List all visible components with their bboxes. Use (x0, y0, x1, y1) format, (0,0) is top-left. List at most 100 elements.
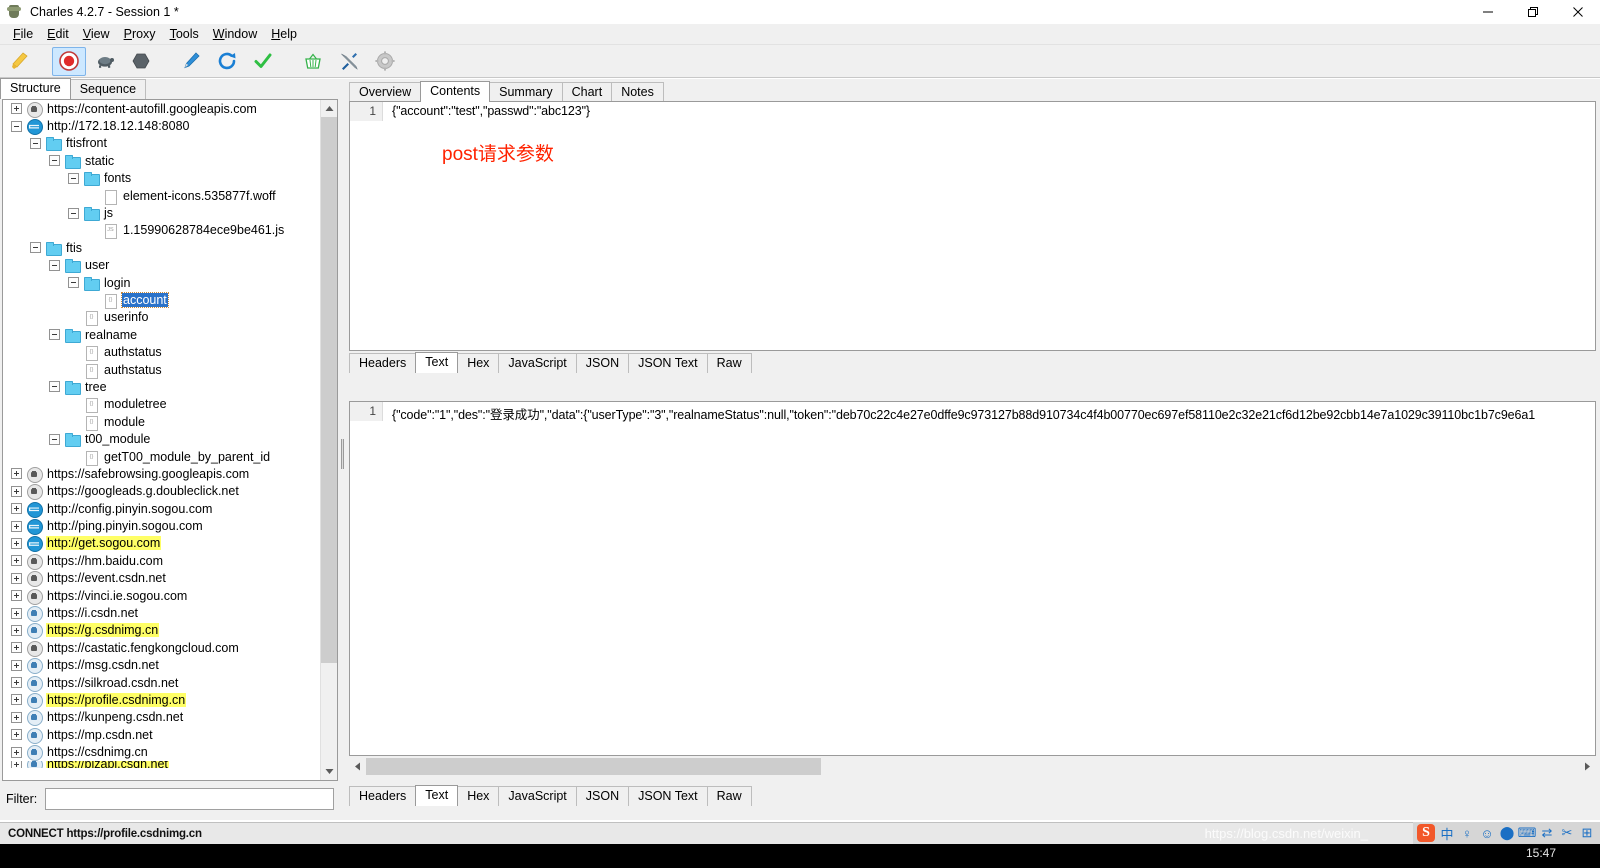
expand-icon[interactable] (11, 642, 22, 654)
session-tree[interactable]: https://content-autofill.googleapis.com h… (3, 100, 319, 780)
tree-row[interactable]: {} getT00_module_by_parent_id (3, 448, 319, 466)
menu-item-help[interactable]: Help (264, 25, 304, 43)
tree-row[interactable]: {} moduletree (3, 396, 319, 414)
tree-row[interactable]: ftis (3, 239, 319, 256)
expand-icon[interactable] (11, 607, 22, 619)
tree-row[interactable]: JS 1.15990628784ece9be461.js (3, 222, 319, 240)
scroll-down-button[interactable] (321, 763, 337, 780)
tree-row[interactable]: element-icons.535877f.woff (3, 187, 319, 205)
request-tab-json[interactable]: JSON (575, 353, 630, 373)
tree-row[interactable]: http://config.pinyin.sogou.com (3, 500, 319, 518)
expand-icon[interactable] (11, 729, 22, 741)
collapse-icon[interactable] (68, 207, 79, 219)
response-tab-headers[interactable]: Headers (349, 786, 417, 806)
toolbox-icon[interactable]: ✂ (1557, 823, 1577, 843)
tree-row[interactable]: ftisfront (3, 135, 319, 152)
request-tab-hex[interactable]: Hex (457, 353, 500, 373)
request-content-area[interactable]: 1 {"account":"test","passwd":"abc123"} p… (349, 101, 1596, 351)
tree-row[interactable]: https://safebrowsing.googleapis.com (3, 465, 319, 483)
tree-row[interactable]: https://csdnimg.cn (3, 743, 319, 762)
voice-input-icon[interactable]: ⬤ (1497, 823, 1517, 843)
scroll-left-button[interactable] (349, 758, 366, 775)
translate-icon[interactable]: ⇄ (1537, 823, 1557, 843)
gear-button[interactable] (368, 47, 402, 76)
tree-row[interactable]: https://msg.csdn.net (3, 657, 319, 675)
tree-row[interactable]: {} authstatus (3, 343, 319, 362)
repeat-button[interactable] (210, 47, 244, 76)
response-content-area[interactable]: 1 {"code":"1","des":"登录成功","data":{"user… (349, 401, 1596, 756)
basket-icon-button[interactable] (296, 47, 330, 76)
response-tab-json[interactable]: JSON (575, 786, 630, 806)
tree-row[interactable]: http://ping.pinyin.sogou.com (3, 517, 319, 536)
expand-icon[interactable] (11, 555, 22, 567)
response-tab-raw[interactable]: Raw (706, 786, 752, 806)
tree-row[interactable]: http://172.18.12.148:8080 (3, 117, 319, 136)
tree-row[interactable]: fonts (3, 170, 319, 187)
expand-icon[interactable] (11, 590, 22, 602)
hscroll-thumb[interactable] (366, 758, 821, 775)
tree-row[interactable]: https://g.csdnimg.cn (3, 622, 319, 640)
request-tab-json-text[interactable]: JSON Text (628, 353, 708, 373)
expand-icon[interactable] (11, 537, 22, 549)
session-tree-container[interactable]: https://content-autofill.googleapis.com h… (2, 99, 338, 781)
sogou-ime-toolbar[interactable]: S 中 ♀ ☺ ⬤ ⌨ ⇄ ✂ ⊞ (1413, 822, 1600, 844)
collapse-icon[interactable] (49, 329, 60, 341)
expand-icon[interactable] (11, 659, 22, 671)
request-tab-raw[interactable]: Raw (706, 353, 752, 373)
tab-sequence[interactable]: Sequence (69, 79, 147, 99)
collapse-icon[interactable] (11, 120, 22, 132)
scroll-up-button[interactable] (321, 100, 337, 117)
request-tab-headers[interactable]: Headers (349, 353, 417, 373)
apps-icon[interactable]: ⊞ (1577, 823, 1597, 843)
menu-item-edit[interactable]: Edit (40, 25, 76, 43)
expand-icon[interactable] (11, 711, 22, 723)
tree-row[interactable]: static (3, 152, 319, 169)
validate-button[interactable] (246, 47, 280, 76)
tree-row[interactable]: https://kunpeng.csdn.net (3, 709, 319, 727)
menu-item-window[interactable]: Window (206, 25, 264, 43)
emoji-icon[interactable]: ☺ (1477, 823, 1497, 843)
soft-keyboard-icon[interactable]: ⌨ (1517, 823, 1537, 843)
hscroll-track[interactable] (366, 758, 1579, 775)
tree-vertical-scrollbar[interactable] (320, 100, 337, 780)
response-horizontal-scrollbar[interactable] (349, 758, 1596, 775)
expand-icon[interactable] (11, 520, 22, 532)
expand-icon[interactable] (11, 624, 22, 636)
scroll-right-button[interactable] (1579, 758, 1596, 775)
collapse-icon[interactable] (49, 381, 60, 393)
tree-row[interactable]: {} account (3, 291, 319, 309)
request-tab-text[interactable]: Text (415, 352, 459, 373)
tree-row[interactable]: t00_module (3, 430, 319, 448)
tree-row[interactable]: login (3, 274, 319, 291)
language-mode-icon[interactable]: 中 (1437, 823, 1457, 843)
expand-icon[interactable] (11, 468, 22, 480)
collapse-icon[interactable] (30, 242, 41, 254)
tree-row[interactable]: realname (3, 326, 319, 343)
collapse-icon[interactable] (30, 137, 41, 149)
tab-notes[interactable]: Notes (611, 82, 664, 102)
tree-row[interactable]: https://content-autofill.googleapis.com (3, 100, 319, 118)
collapse-icon[interactable] (49, 259, 60, 271)
tab-summary[interactable]: Summary (489, 82, 563, 102)
menu-item-view[interactable]: View (76, 25, 117, 43)
tree-row[interactable]: {} authstatus (3, 361, 319, 379)
tree-row[interactable]: https://googleads.g.doubleclick.net (3, 483, 319, 501)
tree-row[interactable]: https://vinci.ie.sogou.com (3, 587, 319, 605)
request-tab-javascript[interactable]: JavaScript (498, 353, 577, 373)
tree-row[interactable]: https://i.csdn.net (3, 604, 319, 623)
expand-icon[interactable] (11, 485, 22, 497)
tree-row[interactable]: user (3, 257, 319, 274)
splitter-grip[interactable] (341, 439, 344, 469)
expand-icon[interactable] (11, 746, 22, 758)
tree-row[interactable]: https://castatic.fengkongcloud.com (3, 639, 319, 657)
tree-row[interactable]: https://bizapi.csdn.net (3, 760, 319, 768)
response-tab-text[interactable]: Text (415, 785, 459, 806)
expand-icon[interactable] (11, 103, 22, 115)
collapse-icon[interactable] (68, 172, 79, 184)
maximize-button[interactable] (1510, 0, 1555, 24)
expand-icon[interactable] (11, 572, 22, 584)
menu-item-proxy[interactable]: Proxy (117, 25, 163, 43)
tab-contents[interactable]: Contents (420, 81, 491, 102)
response-tab-json-text[interactable]: JSON Text (628, 786, 708, 806)
gender-icon[interactable]: ♀ (1457, 823, 1477, 843)
